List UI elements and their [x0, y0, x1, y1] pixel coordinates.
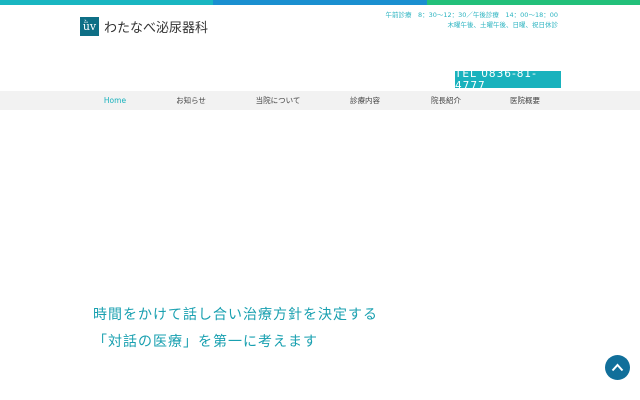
hero-line-2: 「対話の医療」を第一に考えます — [93, 334, 318, 350]
color-bar-teal — [0, 0, 214, 5]
color-bar-blue — [213, 0, 427, 5]
hero-message: 時間をかけて話し合い治療方針を決定する 「対話の医療」を第一に考えます — [93, 302, 378, 356]
logo-link[interactable]: ǜv わたなべ泌尿器科 — [80, 17, 208, 36]
color-bar-green — [426, 0, 640, 5]
nav-services[interactable]: 診療内容 — [350, 95, 380, 106]
clinic-name: わたなべ泌尿器科 — [104, 21, 209, 36]
nav-news[interactable]: お知らせ — [176, 95, 206, 106]
hours-line-2: 木曜午後、土曜午後、日曜、祝日休診 — [447, 21, 559, 29]
hero-line-1: 時間をかけて話し合い治療方針を決定する — [93, 307, 378, 323]
office-hours: 午前診療 8：30〜12：30／午後診療 14：00〜18：00 木曜午後、土曜… — [385, 10, 558, 30]
scroll-to-top-button[interactable] — [605, 355, 630, 380]
nav-home[interactable]: Home — [104, 96, 126, 105]
nav-clinic-info[interactable]: 医院概要 — [510, 95, 540, 106]
main-nav: Home お知らせ 当院について 診療内容 院長紹介 医院概要 — [0, 91, 640, 110]
hours-line-1: 午前診療 8：30〜12：30／午後診療 14：00〜18：00 — [385, 11, 558, 19]
tel-button[interactable]: TEL 0836-81-4777 — [455, 68, 561, 92]
chevron-up-icon — [611, 363, 624, 372]
nav-about[interactable]: 当院について — [256, 95, 301, 106]
nav-director[interactable]: 院長紹介 — [431, 95, 461, 106]
top-color-bar — [0, 0, 640, 5]
logo-icon: ǜv — [80, 17, 99, 36]
